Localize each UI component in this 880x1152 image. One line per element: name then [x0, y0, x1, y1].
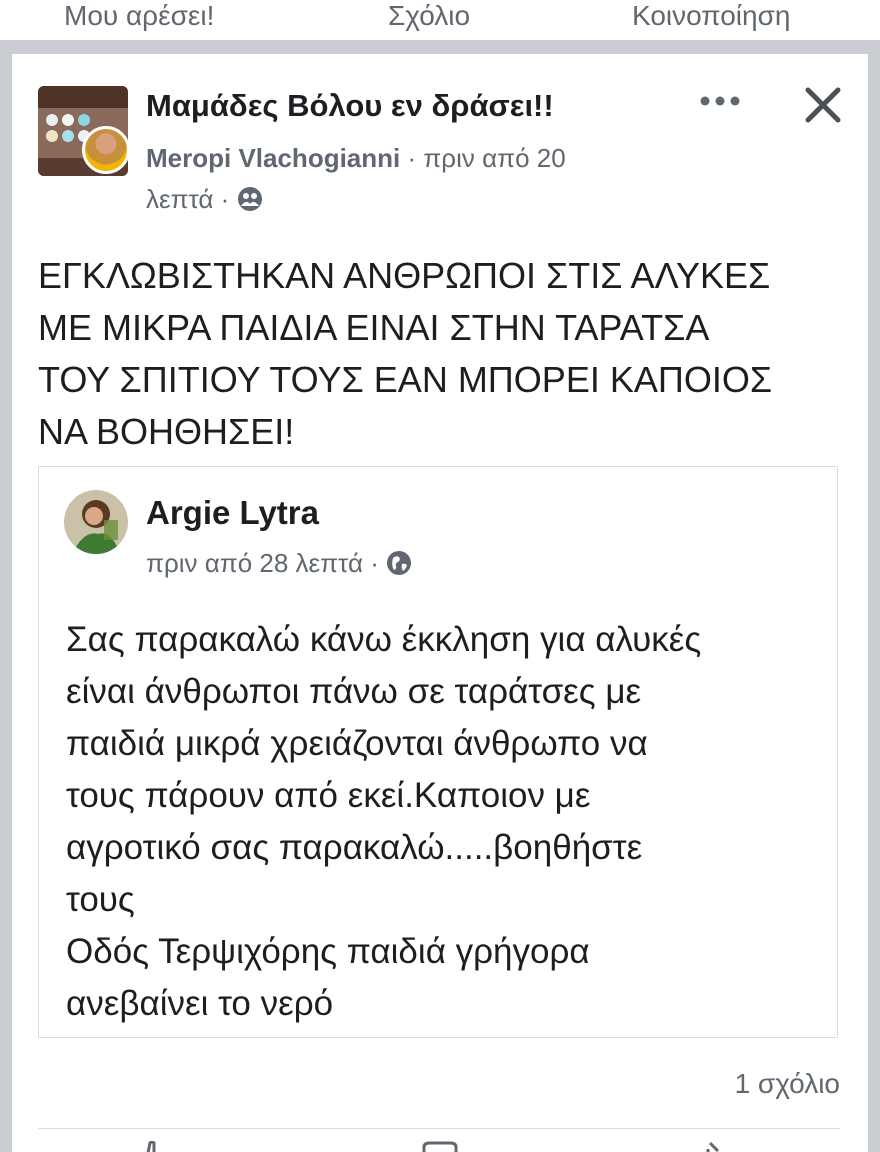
shared-author-name-link[interactable]: Argie Lytra: [146, 494, 319, 532]
shared-text-line: τους πάρουν από εκεί.Καποιον με: [66, 776, 591, 815]
shared-text-line: ανεβαίνει το νερό: [66, 984, 334, 1023]
author-name-link[interactable]: Meropi Vlachogianni: [146, 143, 400, 173]
shared-author-avatar[interactable]: [64, 490, 128, 554]
shared-text-line: παιδιά μικρά χρειάζονται άνθρωπο να: [66, 724, 648, 763]
share-icon[interactable]: [700, 1140, 740, 1152]
post-body: ΕΓΚΛΩΒΙΣΤΗΚΑΝ ΑΝΘΡΩΠΟΙ ΣΤΙΣ ΑΛΥΚΕΣ ΜΕ ΜΙ…: [38, 250, 858, 458]
group-members-icon: [237, 187, 262, 211]
feed-gutter-right: [868, 54, 880, 1152]
comment-icon[interactable]: [420, 1140, 460, 1152]
shared-text-line: τους: [66, 880, 135, 919]
shared-text-line: Οδός Τερψιχόρης παιδιά γρήγορα: [66, 932, 590, 971]
like-icon[interactable]: [132, 1140, 172, 1152]
post-text-line: ΝΑ ΒΟΗΘΗΣΕΙ!: [38, 411, 295, 452]
close-icon[interactable]: [802, 84, 846, 128]
post-meta: Meropi Vlachogianni · πριν από 20: [146, 143, 566, 174]
author-avatar[interactable]: [82, 126, 130, 174]
comment-count-link[interactable]: 1 σχόλιο: [735, 1068, 840, 1100]
footer-divider: [38, 1128, 840, 1129]
shared-post-timestamp[interactable]: πριν από 28 λεπτά ·: [146, 548, 379, 578]
post-timestamp-continued[interactable]: λεπτά ·: [146, 184, 229, 214]
like-button[interactable]: Μου αρέσει!: [64, 0, 214, 32]
shared-post-body: Σας παρακαλώ κάνω έκκληση για αλυκές είν…: [66, 614, 826, 1030]
feed-separator: [0, 40, 880, 54]
group-name-link[interactable]: Μαμάδες Βόλου εν δράσει!!: [146, 88, 554, 124]
feed-gutter-left: [0, 54, 12, 1152]
post-text-line: ΤΟΥ ΣΠΙΤΙΟΥ ΤΟΥΣ ΕΑΝ ΜΠΟΡΕΙ ΚΑΠΟΙΟΣ: [38, 359, 773, 400]
globe-icon: [387, 551, 412, 575]
shared-text-line: είναι άνθρωποι πάνω σε ταράτσες με: [66, 672, 642, 711]
more-options-icon[interactable]: [698, 86, 742, 116]
post-text-line: ΜΕ ΜΙΚΡΑ ΠΑΙΔΙΑ ΕΙΝΑΙ ΣΤΗΝ ΤΑΡΑΤΣΑ: [38, 307, 710, 348]
share-button[interactable]: Κοινοποίηση: [632, 0, 790, 32]
shared-text-line: αγροτικό σας παρακαλώ.....βοηθήστε: [66, 828, 643, 867]
shared-post-meta: πριν από 28 λεπτά ·: [146, 548, 412, 579]
post-timestamp[interactable]: · πριν από 20: [407, 143, 565, 173]
comment-button[interactable]: Σχόλιο: [388, 0, 470, 32]
post-text-line: ΕΓΚΛΩΒΙΣΤΗΚΑΝ ΑΝΘΡΩΠΟΙ ΣΤΙΣ ΑΛΥΚΕΣ: [38, 255, 771, 296]
previous-post-action-bar: Μου αρέσει! Σχόλιο Κοινοποίηση: [0, 0, 880, 40]
shared-text-line: Σας παρακαλώ κάνω έκκληση για αλυκές: [66, 620, 702, 659]
post-meta-continued: λεπτά ·: [146, 184, 263, 215]
